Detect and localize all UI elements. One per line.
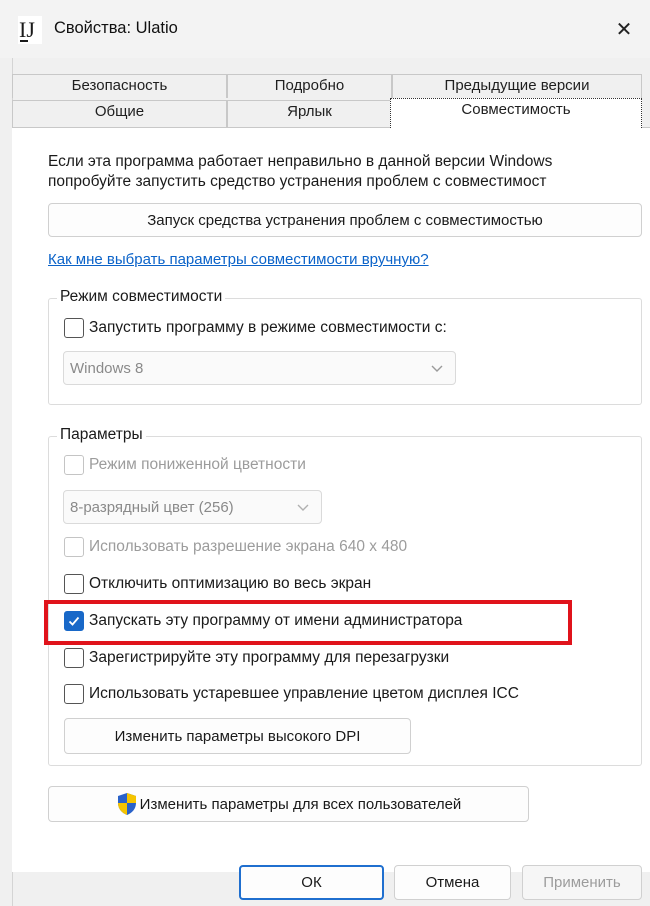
ok-button[interactable]: ОК	[239, 865, 384, 900]
reduced-color-checkbox	[64, 455, 84, 475]
register-restart-row[interactable]: Зарегистрируйте эту программу для переза…	[64, 648, 449, 668]
legacy-icc-label: Использовать устаревшее управление цвето…	[89, 685, 519, 702]
compatibility-mode-label: Режим совместимости	[57, 288, 226, 306]
all-users-button[interactable]: Изменить параметры для всех пользователе…	[48, 786, 529, 822]
troubleshooter-button[interactable]: Запуск средства устранения проблем с сов…	[48, 203, 642, 237]
tab-general[interactable]: Общие	[12, 100, 227, 127]
register-restart-checkbox[interactable]	[64, 648, 84, 668]
register-restart-label: Зарегистрируйте эту программу для переза…	[89, 649, 450, 666]
fullscreen-optimization-row[interactable]: Отключить оптимизацию во весь экран	[64, 574, 371, 594]
close-button[interactable]: ✕	[598, 0, 650, 58]
resolution-row: Использовать разрешение экрана 640 x 480	[64, 537, 407, 557]
title-bar: IJ Свойства: Ulatio ✕	[0, 0, 650, 58]
chevron-down-icon	[297, 504, 309, 511]
color-depth-select: 8-разрядный цвет (256)	[63, 490, 322, 524]
fullscreen-optimization-checkbox[interactable]	[64, 574, 84, 594]
svg-text:IJ: IJ	[19, 17, 35, 42]
high-dpi-button[interactable]: Изменить параметры высокого DPI	[64, 718, 411, 754]
tab-shortcut[interactable]: Ярлык	[227, 100, 392, 127]
close-icon: ✕	[615, 18, 633, 41]
intellij-app-icon: IJ	[18, 16, 42, 44]
settings-group-label: Параметры	[57, 426, 146, 444]
legacy-icc-checkbox[interactable]	[64, 684, 84, 704]
tab-previous-versions[interactable]: Предыдущие версии	[392, 74, 642, 98]
resolution-label: Использовать разрешение экрана 640 x 480	[89, 538, 408, 555]
legacy-icc-row[interactable]: Использовать устаревшее управление цвето…	[64, 684, 519, 704]
color-depth-value: 8-разрядный цвет (256)	[70, 498, 234, 516]
uac-shield-icon	[117, 793, 136, 815]
intro-text-line1: Если эта программа работает неправильно …	[48, 153, 553, 170]
intro-text-line2: попробуйте запустить средство устранения…	[48, 173, 547, 190]
compat-mode-checkbox-row[interactable]: Запустить программу в режиме совместимос…	[64, 318, 447, 338]
reduced-color-label: Режим пониженной цветности	[89, 456, 306, 473]
compat-mode-checkbox[interactable]	[64, 318, 84, 338]
fullscreen-optimization-label: Отключить оптимизацию во весь экран	[89, 575, 372, 592]
reduced-color-row: Режим пониженной цветности	[64, 455, 306, 475]
os-version-select[interactable]: Windows 8	[63, 351, 456, 385]
tab-security[interactable]: Безопасность	[12, 74, 227, 98]
os-version-value: Windows 8	[70, 359, 144, 377]
tab-details[interactable]: Подробно	[227, 74, 392, 98]
cancel-button[interactable]: Отмена	[394, 865, 511, 900]
window-title: Свойства: Ulatio	[54, 19, 178, 37]
chevron-down-icon	[431, 365, 443, 372]
run-as-admin-highlight	[44, 600, 572, 645]
compat-mode-checkbox-label: Запустить программу в режиме совместимос…	[89, 319, 447, 336]
resolution-checkbox	[64, 537, 84, 557]
tab-compatibility[interactable]: Совместимость	[390, 98, 642, 128]
apply-button: Применить	[522, 865, 642, 900]
manual-settings-link[interactable]: Как мне выбрать параметры совместимости …	[48, 251, 429, 268]
